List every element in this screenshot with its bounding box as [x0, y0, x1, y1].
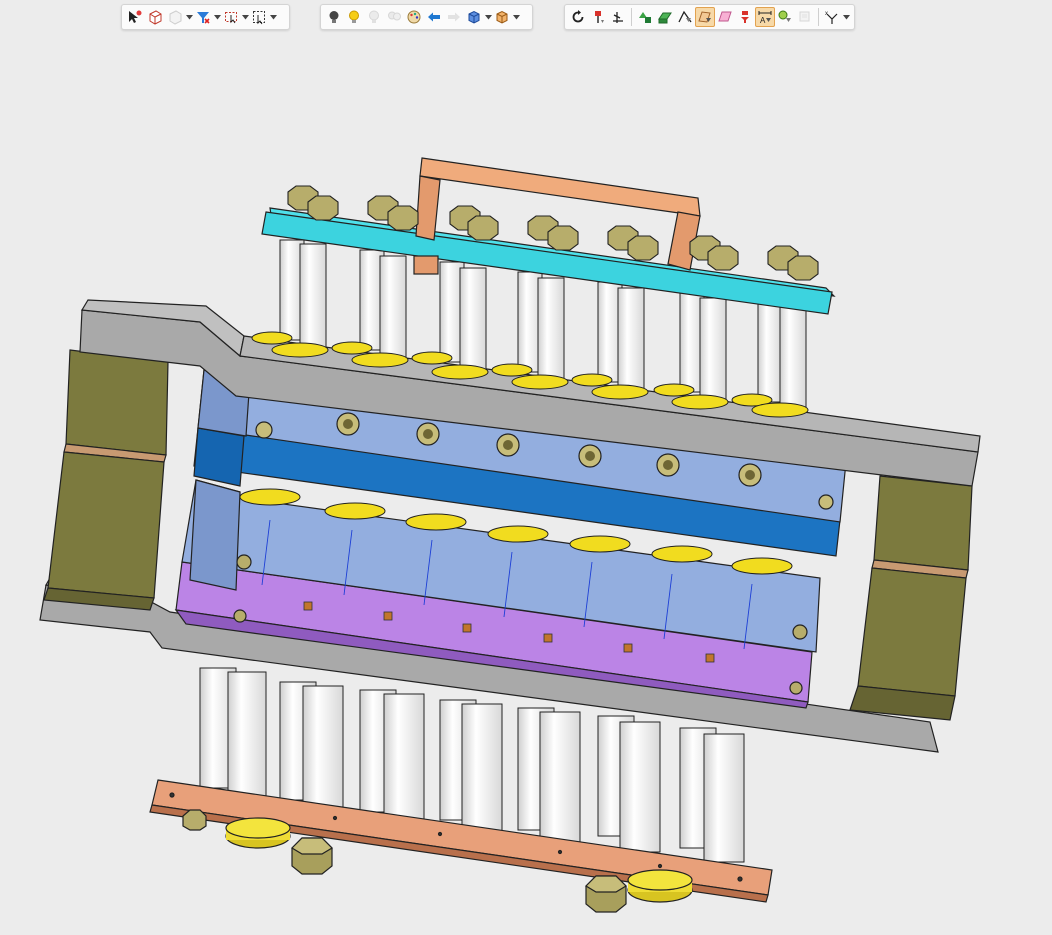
- coordinate-system-icon[interactable]: x: [822, 7, 842, 27]
- shape-face-icon[interactable]: [655, 7, 675, 27]
- view-cube-icon[interactable]: [464, 7, 484, 27]
- rotate-icon[interactable]: [568, 7, 588, 27]
- 3d-viewport[interactable]: [0, 34, 1052, 935]
- plane-filter-icon[interactable]: [715, 7, 735, 27]
- tools-toolbar: Ax: [564, 4, 855, 30]
- select-in-window-dropdown-caret[interactable]: [269, 7, 277, 27]
- selection-filter-dropdown-caret[interactable]: [213, 7, 221, 27]
- sketch-filter-disabled-icon[interactable]: [795, 7, 815, 27]
- selection-filter-icon[interactable]: [193, 7, 213, 27]
- selection-toolbar: [121, 4, 290, 30]
- select-arrow-icon[interactable]: [125, 7, 145, 27]
- forward-arrow-icon[interactable]: [444, 7, 464, 27]
- die-assembly-model[interactable]: [0, 34, 1052, 935]
- view-orientation-icon[interactable]: [492, 7, 512, 27]
- view-orientation-dropdown-caret[interactable]: [512, 7, 520, 27]
- point-filter-icon[interactable]: [735, 7, 755, 27]
- light-group-disabled-icon[interactable]: [384, 7, 404, 27]
- right-support-blocks[interactable]: [849, 475, 973, 721]
- axis-filter-icon[interactable]: [608, 7, 628, 27]
- display-toolbar: [320, 4, 533, 30]
- back-arrow-icon[interactable]: [424, 7, 444, 27]
- face-filter-active-icon[interactable]: [695, 7, 715, 27]
- edge-filter-icon[interactable]: [675, 7, 695, 27]
- pin-filter-icon[interactable]: [588, 7, 608, 27]
- tools-separator-2: [818, 8, 819, 26]
- light-on-bulb-icon[interactable]: [344, 7, 364, 27]
- pre-highlight-icon[interactable]: [165, 7, 185, 27]
- dimension-filter-active-icon[interactable]: A: [755, 7, 775, 27]
- shape-intersect-icon[interactable]: [635, 7, 655, 27]
- svg-text:A: A: [760, 16, 766, 25]
- tools-separator-1: [631, 8, 632, 26]
- box-select-icon[interactable]: [221, 7, 241, 27]
- light-off-bulb-icon[interactable]: [324, 7, 344, 27]
- left-support-blocks[interactable]: [43, 349, 169, 611]
- select-3d-box-icon[interactable]: [145, 7, 165, 27]
- svg-text:x: x: [825, 11, 828, 17]
- light-disabled-bulb-icon[interactable]: [364, 7, 384, 27]
- box-select-dropdown-caret[interactable]: [241, 7, 249, 27]
- annotation-filter-icon[interactable]: [775, 7, 795, 27]
- view-cube-dropdown-caret[interactable]: [484, 7, 492, 27]
- pre-highlight-dropdown-caret[interactable]: [185, 7, 193, 27]
- select-in-window-icon[interactable]: [249, 7, 269, 27]
- render-style-icon[interactable]: [404, 7, 424, 27]
- coordinate-system-dropdown-caret[interactable]: [842, 7, 850, 27]
